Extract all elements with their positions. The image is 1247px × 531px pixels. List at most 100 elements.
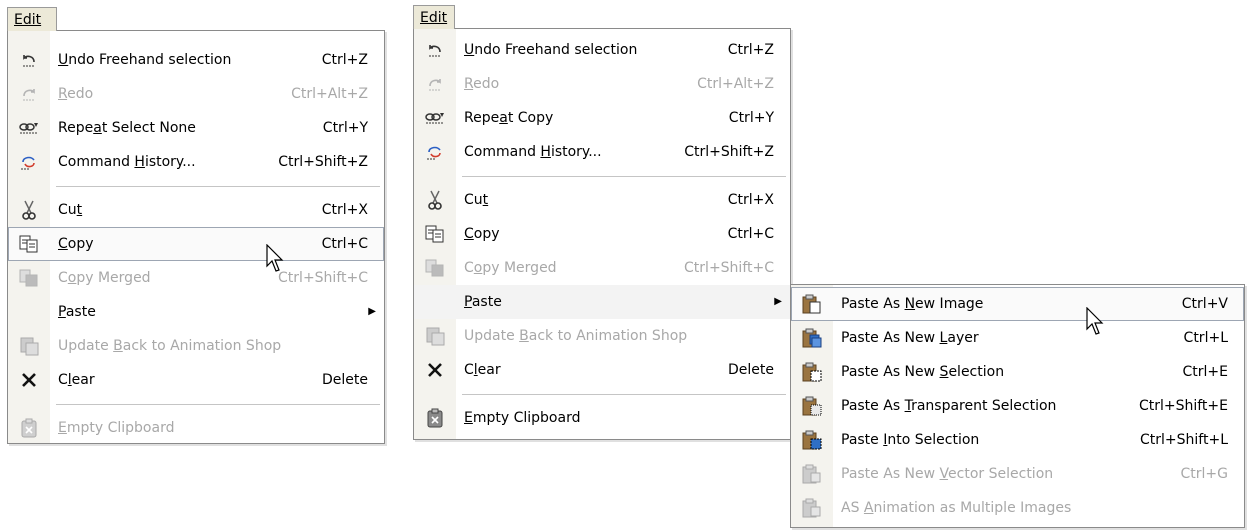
paste-new-layer-icon bbox=[791, 321, 833, 355]
submenu-item-paste-into-selection[interactable]: Paste Into Selection Ctrl+Shift+L bbox=[791, 423, 1244, 457]
menu-item-undo[interactable]: Undo Freehand selection Ctrl+Z bbox=[414, 33, 790, 67]
paste-new-selection-icon bbox=[791, 355, 833, 389]
menu-item-clear[interactable]: Clear Delete bbox=[414, 353, 790, 387]
menu-item-copy-merged[interactable]: Copy Merged Ctrl+Shift+C bbox=[414, 251, 790, 285]
edit-menu-title-left[interactable]: Edit bbox=[7, 7, 57, 31]
menu-item-redo[interactable]: Redo Ctrl+Alt+Z bbox=[414, 67, 790, 101]
menu-item-empty-clipboard[interactable]: Empty Clipboard bbox=[8, 411, 384, 445]
menu-item-copy[interactable]: Copy Ctrl+C bbox=[414, 217, 790, 251]
edit-menu-right: Undo Freehand selection Ctrl+Z Redo Ctrl+A… bbox=[413, 28, 791, 440]
menu-item-label: Copy Merged bbox=[58, 270, 151, 286]
no-icon bbox=[8, 295, 50, 329]
paste-submenu: Paste As New Image Ctrl+V Paste As New La… bbox=[790, 284, 1245, 528]
no-icon bbox=[414, 285, 456, 319]
clear-icon bbox=[414, 353, 456, 387]
menu-item-redo[interactable]: Redo Ctrl+Alt+Z bbox=[8, 77, 384, 111]
submenu-item-paste-new-image[interactable]: Paste As New Image Ctrl+V bbox=[791, 287, 1244, 321]
menu-item-paste[interactable]: Paste ▶ bbox=[8, 295, 384, 329]
menu-item-label: Update Back to Animation Shop bbox=[58, 338, 282, 354]
menu-item-label: Copy bbox=[464, 226, 500, 242]
menu-item-command-history[interactable]: Command History... Ctrl+Shift+Z bbox=[8, 145, 384, 179]
shortcut-text: Delete bbox=[322, 372, 368, 388]
paste-vector-selection-icon bbox=[791, 457, 833, 491]
submenu-item-paste-new-selection[interactable]: Paste As New Selection Ctrl+E bbox=[791, 355, 1244, 389]
submenu-arrow-icon: ▶ bbox=[774, 296, 782, 307]
menu-item-update-animation-shop[interactable]: Update Back to Animation Shop bbox=[414, 319, 790, 353]
submenu-item-paste-vector-selection[interactable]: Paste As New Vector Selection Ctrl+G bbox=[791, 457, 1244, 491]
menu-item-label: Undo Freehand selection bbox=[464, 42, 638, 58]
menu-item-label: Clear bbox=[464, 362, 501, 378]
shortcut-text: Ctrl+X bbox=[727, 192, 774, 208]
menu-item-undo[interactable]: Undo Freehand selection Ctrl+Z bbox=[8, 43, 384, 77]
menu-separator bbox=[414, 387, 790, 401]
undo-icon bbox=[414, 33, 456, 67]
menu-separator bbox=[414, 169, 790, 183]
menu-item-label: Clear bbox=[58, 372, 95, 388]
menu-item-copy[interactable]: Copy Ctrl+C bbox=[8, 227, 384, 261]
menu-item-label: Repeat Copy bbox=[464, 110, 554, 126]
repeat-icon bbox=[414, 101, 456, 135]
copy-icon bbox=[414, 217, 456, 251]
animation-shop-icon bbox=[8, 329, 50, 363]
submenu-item-paste-new-layer[interactable]: Paste As New Layer Ctrl+L bbox=[791, 321, 1244, 355]
shortcut-text: Ctrl+C bbox=[727, 226, 774, 242]
menu-item-label: Redo bbox=[58, 86, 94, 102]
submenu-item-paste-animation[interactable]: AS Animation as Multiple Images bbox=[791, 491, 1244, 525]
menu-item-cut[interactable]: Cut Ctrl+X bbox=[8, 193, 384, 227]
paste-into-selection-icon bbox=[791, 423, 833, 457]
paste-new-image-icon bbox=[791, 287, 833, 321]
menu-item-paste[interactable]: Paste ▶ bbox=[414, 285, 790, 319]
menu-item-clear[interactable]: Clear Delete bbox=[8, 363, 384, 397]
menu-item-label: Cut bbox=[464, 192, 489, 208]
menu-item-repeat[interactable]: Repeat Select None Ctrl+Y bbox=[8, 111, 384, 145]
shortcut-text: Ctrl+Shift+E bbox=[1138, 398, 1228, 414]
menu-item-label: Command History... bbox=[58, 154, 196, 170]
paste-animation-icon bbox=[791, 491, 833, 525]
mouse-pointer-icon bbox=[266, 244, 284, 272]
cut-icon bbox=[8, 193, 50, 227]
menu-item-label: Paste Into Selection bbox=[841, 432, 980, 448]
menu-item-label: Paste As New Selection bbox=[841, 364, 1005, 380]
history-icon bbox=[414, 135, 456, 169]
menu-item-label: Redo bbox=[464, 76, 500, 92]
menu-item-empty-clipboard[interactable]: Empty Clipboard bbox=[414, 401, 790, 435]
copy-merged-icon bbox=[414, 251, 456, 285]
clear-icon bbox=[8, 363, 50, 397]
shortcut-text: Ctrl+Y bbox=[728, 110, 774, 126]
menu-item-update-animation-shop[interactable]: Update Back to Animation Shop bbox=[8, 329, 384, 363]
menu-item-cut[interactable]: Cut Ctrl+X bbox=[414, 183, 790, 217]
edit-menu-title-text: Edit bbox=[420, 10, 448, 26]
shortcut-text: Ctrl+Shift+Z bbox=[278, 154, 368, 170]
redo-icon bbox=[8, 77, 50, 111]
menu-item-repeat[interactable]: Repeat Copy Ctrl+Y bbox=[414, 101, 790, 135]
shortcut-text: Ctrl+V bbox=[1181, 296, 1228, 312]
empty-clipboard-icon bbox=[8, 411, 50, 445]
shortcut-text: Ctrl+Shift+C bbox=[278, 270, 368, 286]
animation-shop-icon bbox=[414, 319, 456, 353]
copy-icon bbox=[8, 227, 50, 261]
shortcut-text: Ctrl+L bbox=[1183, 330, 1228, 346]
menu-item-label: Paste bbox=[464, 294, 502, 310]
edit-menu-title-text: Edit bbox=[14, 12, 42, 28]
shortcut-text: Ctrl+Z bbox=[727, 42, 774, 58]
edit-menu-title-right[interactable]: Edit bbox=[413, 5, 455, 29]
shortcut-text: Ctrl+Shift+Z bbox=[684, 144, 774, 160]
shortcut-text: Delete bbox=[728, 362, 774, 378]
submenu-arrow-icon: ▶ bbox=[368, 306, 376, 317]
undo-icon bbox=[8, 43, 50, 77]
menu-item-copy-merged[interactable]: Copy Merged Ctrl+Shift+C bbox=[8, 261, 384, 295]
submenu-item-paste-transparent-selection[interactable]: Paste As Transparent Selection Ctrl+Shift… bbox=[791, 389, 1244, 423]
shortcut-text: Ctrl+X bbox=[321, 202, 368, 218]
menu-item-label: Empty Clipboard bbox=[58, 420, 175, 436]
menu-item-command-history[interactable]: Command History... Ctrl+Shift+Z bbox=[414, 135, 790, 169]
shortcut-text: Ctrl+Shift+L bbox=[1140, 432, 1228, 448]
shortcut-text: Ctrl+G bbox=[1180, 466, 1229, 482]
empty-clipboard-icon bbox=[414, 401, 456, 435]
menu-item-label: Repeat Select None bbox=[58, 120, 196, 136]
menu-item-label: Cut bbox=[58, 202, 83, 218]
menu-separator bbox=[8, 179, 384, 193]
menu-item-label: Command History... bbox=[464, 144, 602, 160]
menu-item-label: Paste As New Image bbox=[841, 296, 984, 312]
history-icon bbox=[8, 145, 50, 179]
shortcut-text: Ctrl+E bbox=[1182, 364, 1229, 380]
